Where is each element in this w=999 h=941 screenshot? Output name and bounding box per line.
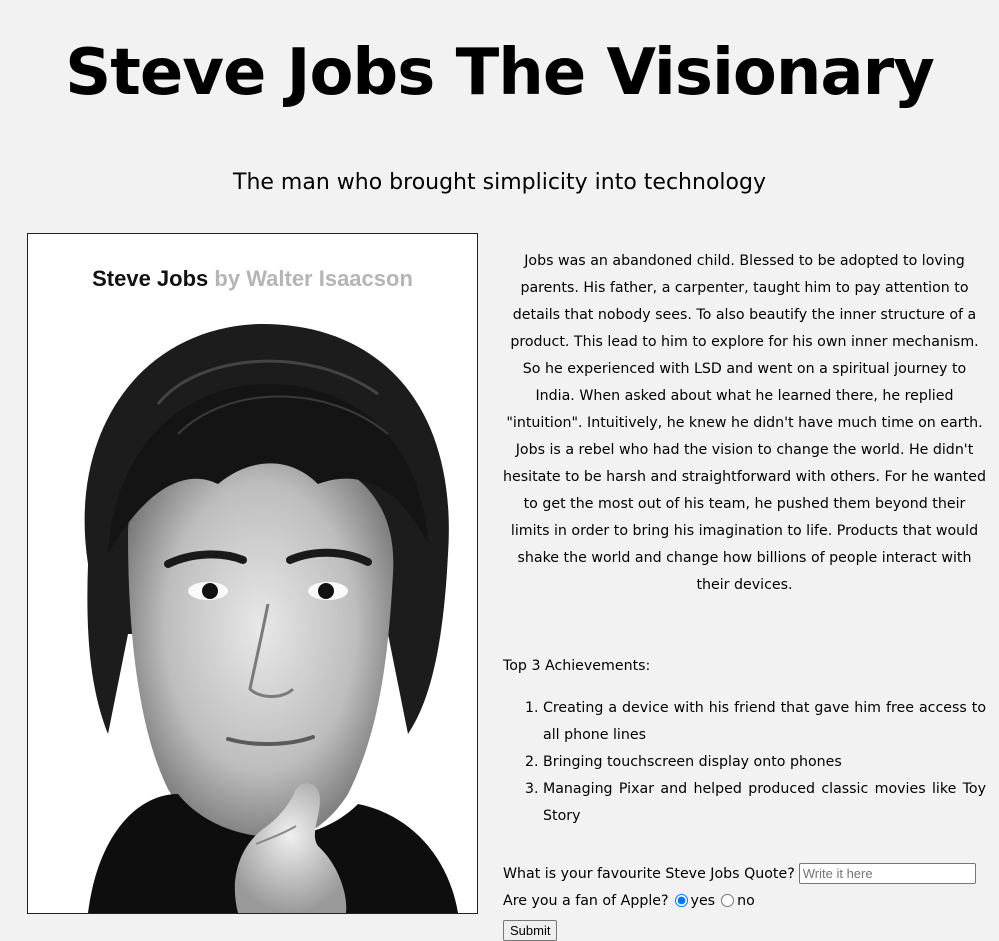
list-item: Bringing touchscreen display onto phones — [543, 749, 986, 776]
radio-yes-label[interactable]: yes — [691, 893, 716, 909]
bio-paragraph-2: Jobs is a rebel who had the vision to ch… — [503, 442, 986, 593]
quote-input[interactable] — [798, 863, 976, 884]
list-item: Managing Pixar and helped produced class… — [543, 776, 986, 830]
list-item: Creating a device with his friend that g… — [543, 695, 986, 749]
portrait-illustration — [28, 234, 477, 913]
book-cover-image: Steve Jobs by Walter Isaacson — [27, 233, 478, 914]
achievements-heading: Top 3 Achievements: — [503, 658, 651, 674]
bio-paragraph-1: Jobs was an abandoned child. Blessed to … — [506, 253, 983, 431]
fan-label: Are you a fan of Apple? — [503, 892, 669, 909]
radio-no[interactable] — [721, 894, 735, 907]
fan-row: Are you a fan of Apple? yes no — [503, 887, 986, 914]
cover-subject-name: Steve Jobs — [92, 266, 209, 291]
content-panel: Jobs was an abandoned child. Blessed to … — [503, 248, 986, 941]
submit-button[interactable]: Submit — [503, 920, 558, 941]
radio-yes[interactable] — [674, 894, 688, 907]
cover-title: Steve Jobs by Walter Isaacson — [28, 264, 477, 294]
survey-form: What is your favourite Steve Jobs Quote?… — [503, 860, 986, 941]
quote-label: What is your favourite Steve Jobs Quote? — [503, 865, 795, 882]
quote-row: What is your favourite Steve Jobs Quote? — [503, 860, 986, 887]
page-title: Steve Jobs The Visionary — [65, 36, 935, 110]
cover-byline: by Walter Isaacson — [214, 266, 413, 291]
achievements-list: Creating a device with his friend that g… — [503, 695, 986, 830]
page-subtitle: The man who brought simplicity into tech… — [233, 170, 766, 195]
radio-no-label[interactable]: no — [737, 893, 755, 909]
